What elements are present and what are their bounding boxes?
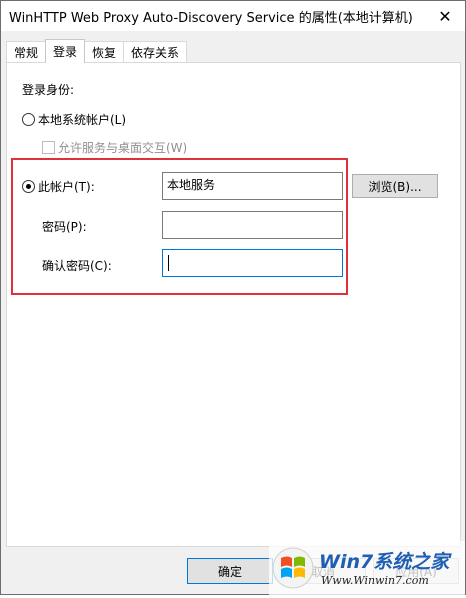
logon-panel: 登录身份: 本地系统帐户(L) 允许服务与桌面交互(W) 此帐户(T): 本地服… <box>6 62 461 547</box>
this-account-radio[interactable] <box>22 180 35 193</box>
tab-general[interactable]: 常规 <box>6 41 47 63</box>
tab-recovery-label: 恢复 <box>92 46 117 60</box>
cancel-button-label: 取消 <box>310 564 335 579</box>
this-account-input[interactable]: 本地服务 <box>162 172 343 200</box>
cancel-button[interactable]: 取消 <box>280 558 366 584</box>
tab-dependencies[interactable]: 依存关系 <box>123 41 188 63</box>
tab-general-label: 常规 <box>14 46 39 60</box>
properties-dialog: WinHTTP Web Proxy Auto-Discovery Service… <box>0 0 466 595</box>
browse-button[interactable]: 浏览(B)... <box>352 174 438 198</box>
tab-logon-label: 登录 <box>53 45 78 59</box>
this-account-label[interactable]: 此帐户(T): <box>38 178 95 195</box>
tab-logon[interactable]: 登录 <box>45 39 86 63</box>
browse-button-label: 浏览(B)... <box>368 179 422 194</box>
allow-desktop-checkbox[interactable] <box>42 141 55 154</box>
text-caret <box>168 255 169 271</box>
allow-desktop-label: 允许服务与桌面交互(W) <box>58 141 188 155</box>
logon-as-label: 登录身份: <box>22 83 75 97</box>
ok-button-label: 确定 <box>217 564 242 579</box>
ok-button[interactable]: 确定 <box>187 558 273 584</box>
local-system-radio[interactable] <box>22 113 35 126</box>
confirm-password-input[interactable] <box>162 249 343 277</box>
title-bar: WinHTTP Web Proxy Auto-Discovery Service… <box>1 1 465 31</box>
tab-dependencies-label: 依存关系 <box>131 46 180 60</box>
local-system-label[interactable]: 本地系统帐户(L) <box>38 111 126 128</box>
apply-button-label: 应用(A) <box>395 564 437 579</box>
tab-recovery[interactable]: 恢复 <box>84 41 125 63</box>
apply-button[interactable]: 应用(A) <box>373 558 459 584</box>
window-title: WinHTTP Web Proxy Auto-Discovery Service… <box>9 10 413 26</box>
confirm-password-label: 确认密码(C): <box>42 259 112 273</box>
tab-strip: 常规 登录 恢复 依存关系 <box>6 39 188 63</box>
password-label: 密码(P): <box>42 220 87 234</box>
password-input[interactable] <box>162 211 343 239</box>
close-icon[interactable]: ✕ <box>425 1 465 31</box>
this-account-value: 本地服务 <box>167 178 216 192</box>
